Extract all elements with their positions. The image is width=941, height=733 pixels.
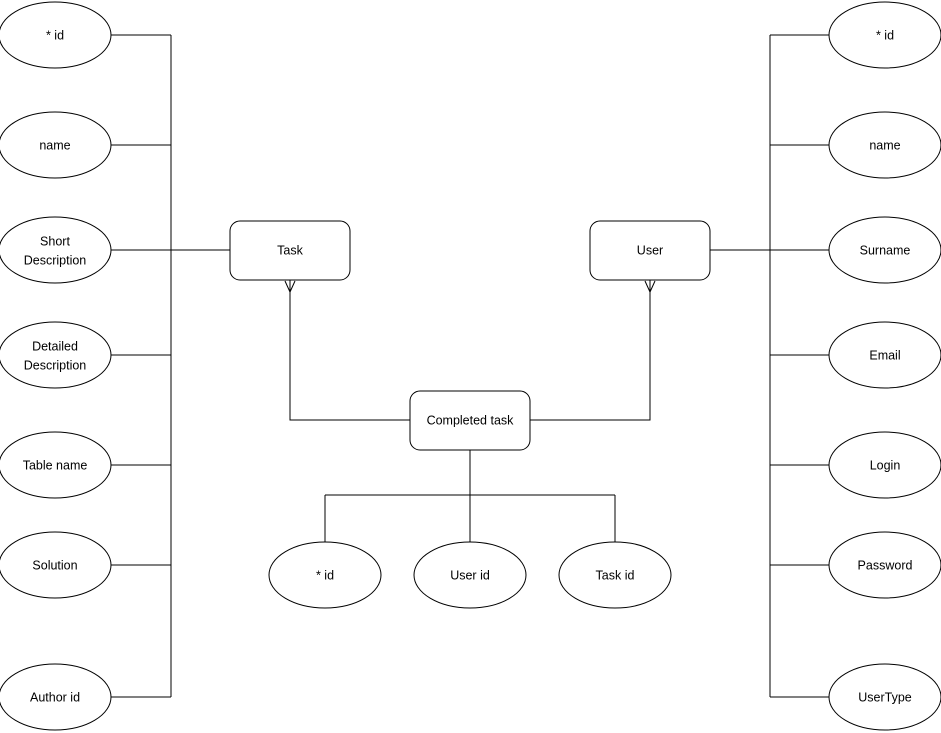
attribute-label: Author id [30,690,80,704]
attribute-node-user-login[interactable]: Login [828,431,941,499]
attribute-label-line1: Short [40,234,70,248]
task-attribute-bus [110,34,230,698]
attribute-node-user-id[interactable]: * id [828,1,941,69]
completed-task-attribute-bus [324,450,616,542]
attribute-label: Login [870,458,901,472]
attribute-node-task-id[interactable]: * id [0,1,112,69]
attribute-node-task-name[interactable]: name [0,111,112,179]
attribute-label: Email [869,348,900,362]
attribute-node-user-password[interactable]: Password [828,531,941,599]
attribute-node-user-usertype[interactable]: UserType [828,663,941,731]
completed-task-attribute-nodes: * id User id Task id [268,541,672,609]
attribute-label: Surname [860,243,911,257]
attribute-node-task-author-id[interactable]: Author id [0,663,112,731]
task-attribute-nodes: * id name Short Description Detailed Des… [0,1,112,731]
er-diagram-canvas: * id name Short Description Detailed Des… [0,0,941,733]
attribute-label: * id [316,568,334,582]
diagram-svg: * id name Short Description Detailed Des… [0,1,941,731]
attribute-label: UserType [858,690,912,704]
attribute-label-line2: Description [24,253,87,267]
entity-label: User [637,243,663,257]
attribute-node-task-short-description[interactable]: Short Description [0,216,112,284]
attribute-node-task-detailed-description[interactable]: Detailed Description [0,321,112,389]
attribute-label: Task id [596,568,635,582]
attribute-ellipse[interactable] [0,216,112,284]
entity-label: Completed task [427,413,515,427]
attribute-label: User id [450,568,490,582]
edge-user-to-completed-task [530,280,651,421]
entity-nodes: Task User Completed task [229,220,711,451]
user-attribute-nodes: * id name Surname Email Login Password U… [828,1,941,731]
attribute-node-ct-id[interactable]: * id [268,541,382,609]
entity-node-user[interactable]: User [589,220,711,281]
attribute-node-ct-user-id[interactable]: User id [413,541,527,609]
attribute-node-user-email[interactable]: Email [828,321,941,389]
attribute-label: * id [876,28,894,42]
attribute-label: name [39,138,70,152]
attribute-node-user-name[interactable]: name [828,111,941,179]
edge-task-to-completed-task [289,280,410,421]
attribute-node-ct-task-id[interactable]: Task id [558,541,672,609]
attribute-node-task-table-name[interactable]: Table name [0,431,112,499]
entity-node-completed-task[interactable]: Completed task [409,390,531,451]
attribute-label: Table name [23,458,88,472]
attribute-label-line1: Detailed [32,339,78,353]
attribute-label-line2: Description [24,358,87,372]
attribute-label: name [869,138,900,152]
attribute-node-task-solution[interactable]: Solution [0,531,112,599]
attribute-label: * id [46,28,64,42]
user-attribute-bus [710,34,830,698]
entity-label: Task [277,243,303,257]
attribute-ellipse[interactable] [0,321,112,389]
entity-node-task[interactable]: Task [229,220,351,281]
attribute-label: Password [858,558,913,572]
attribute-node-user-surname[interactable]: Surname [828,216,941,284]
attribute-label: Solution [32,558,77,572]
